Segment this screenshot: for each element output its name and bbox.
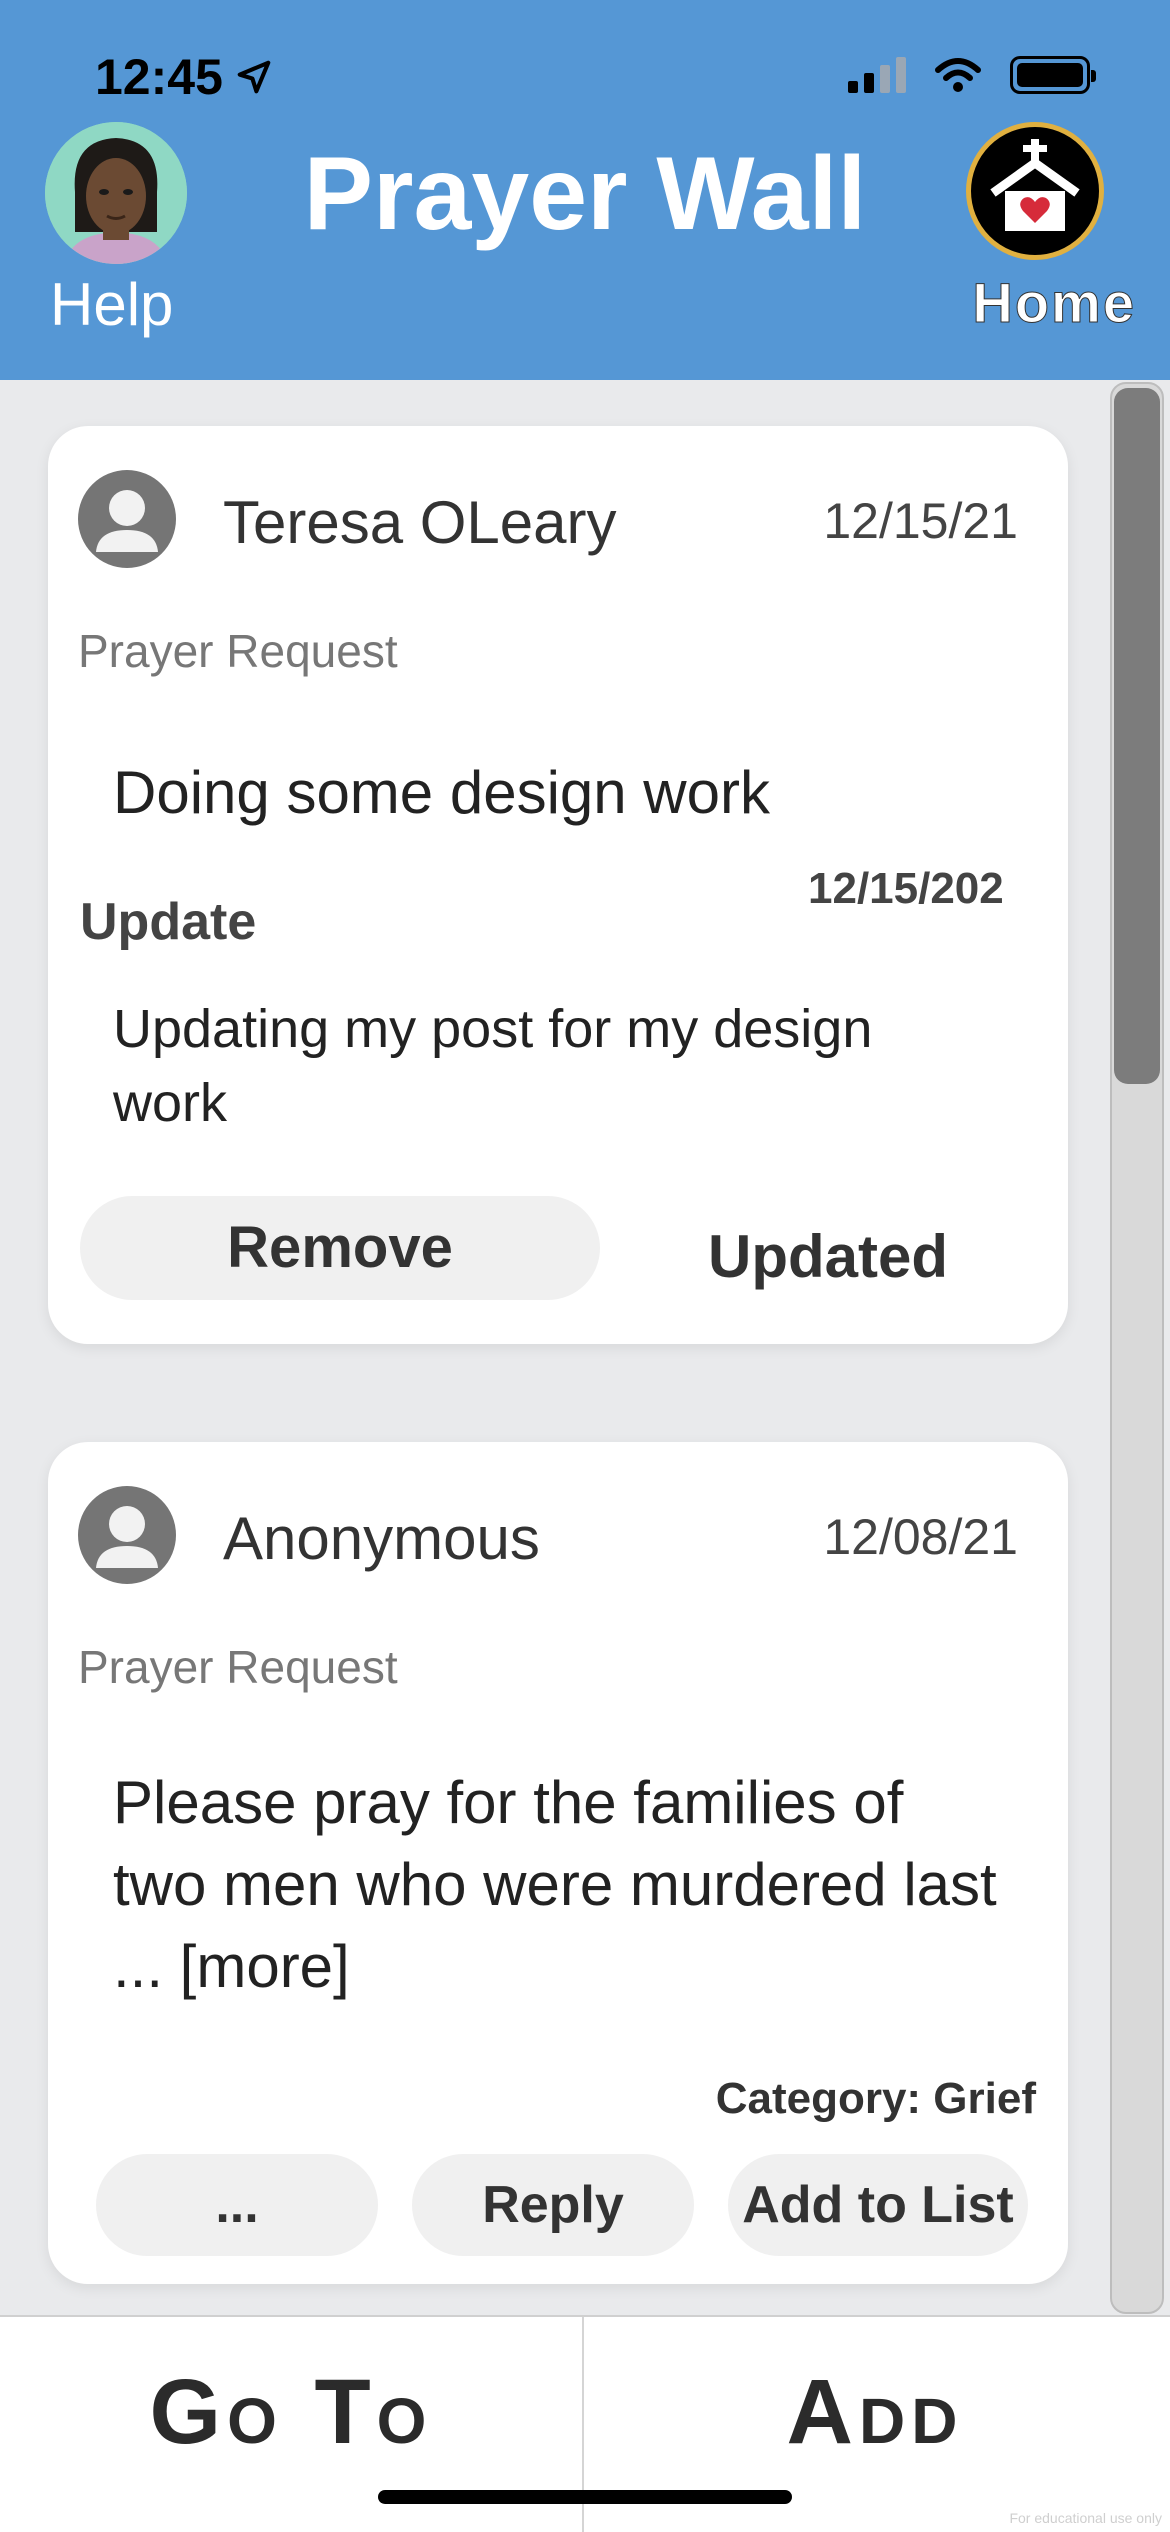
update-date: 12/15/2021 [808, 866, 1004, 918]
reply-button[interactable]: Reply [412, 2154, 694, 2256]
clock-text: 12:45 [95, 49, 223, 105]
battery-icon [1010, 56, 1096, 94]
prayer-card: Teresa OLeary 12/15/21 Prayer Request Do… [48, 426, 1068, 1344]
update-text: Updating my post for my design work [113, 999, 873, 1133]
more-options-button[interactable]: ... [96, 2154, 378, 2256]
watermark: For educational use only [1009, 2510, 1162, 2526]
status-time: 12:45 [95, 48, 273, 106]
post-date: 12/08/21 [823, 1509, 1018, 1565]
update-label: Update [80, 893, 257, 951]
scrollbar[interactable] [1110, 382, 1164, 2314]
post-text: Doing some design work [113, 759, 770, 826]
help-label[interactable]: Help [50, 270, 173, 339]
cellular-signal-icon [848, 57, 906, 93]
post-author: Teresa OLeary [223, 489, 617, 556]
prayer-card: Anonymous 12/08/21 Prayer Request Please… [48, 1442, 1068, 2284]
post-type: Prayer Request [78, 625, 398, 677]
wifi-icon [935, 58, 981, 92]
remove-button[interactable]: Remove [80, 1196, 600, 1300]
post-text[interactable]: Please pray for the families of two men … [113, 1762, 1013, 2008]
user-avatar-icon [78, 1486, 176, 1584]
post-author: Anonymous [223, 1505, 540, 1572]
home-indicator[interactable] [378, 2490, 792, 2504]
updated-status: Updated [708, 1223, 948, 1290]
location-arrow-icon [237, 60, 271, 94]
prayer-feed[interactable]: Teresa OLeary 12/15/21 Prayer Request Do… [0, 380, 1170, 2315]
post-type: Prayer Request [78, 1641, 398, 1693]
user-avatar-icon [78, 470, 176, 568]
status-icons [848, 56, 1096, 94]
scrollbar-thumb[interactable] [1114, 388, 1160, 1084]
add-to-list-button[interactable]: Add to List [728, 2154, 1028, 2256]
home-label[interactable]: Home [972, 270, 1136, 335]
home-church-icon[interactable] [966, 122, 1104, 260]
app-header: 12:45 Help Prayer Wall Home [0, 0, 1170, 380]
post-date: 12/15/21 [823, 493, 1018, 549]
post-category: Category: Grief [715, 2074, 1036, 2123]
